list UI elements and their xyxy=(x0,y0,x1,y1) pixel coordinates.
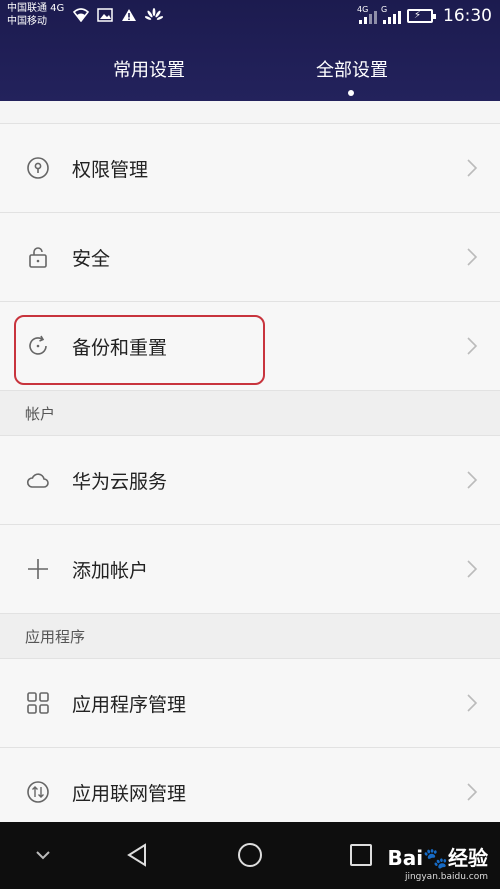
settings-item-label: 应用程序管理 xyxy=(72,694,187,716)
header: 中国联通 4G 中国移动 4G G ⚡ 16:30 常用设置 全部设置 xyxy=(0,0,500,101)
paw-icon: 🐾 xyxy=(423,846,448,870)
settings-item-label: 应用联网管理 xyxy=(72,783,187,805)
section-header-apps: 应用程序 xyxy=(0,614,500,659)
settings-item-app-management[interactable]: 应用程序管理 xyxy=(0,659,500,748)
annotation-highlight-box xyxy=(14,315,265,385)
key-lock-icon xyxy=(27,157,49,179)
carrier-2: 中国移动 xyxy=(7,16,47,27)
chevron-right-icon xyxy=(467,159,478,177)
settings-item-label: 权限管理 xyxy=(72,159,149,181)
watermark-brand: Bai xyxy=(387,846,424,870)
active-tab-indicator xyxy=(348,90,354,96)
settings-item-label: 华为云服务 xyxy=(72,471,168,493)
recents-icon[interactable] xyxy=(346,840,376,870)
tab-all-settings[interactable]: 全部设置 xyxy=(282,56,422,96)
settings-list: 权限管理 安全 备份和重置 帐户 华为云服务 添加帐户 应用程序 应用程序管理 … xyxy=(0,101,500,837)
clock: 16:30 xyxy=(443,6,492,26)
tab-common-settings[interactable]: 常用设置 xyxy=(79,56,219,82)
settings-item-add-account[interactable]: 添加帐户 xyxy=(0,525,500,614)
home-icon[interactable] xyxy=(235,840,265,870)
settings-item-label: 安全 xyxy=(72,248,111,270)
chevron-right-icon xyxy=(467,337,478,355)
settings-item-huawei-cloud[interactable]: 华为云服务 xyxy=(0,436,500,525)
net-type-2: G xyxy=(381,5,388,14)
wifi-icon xyxy=(73,8,89,22)
notification-icons xyxy=(73,8,163,22)
watermark-brand-suffix: 经验 xyxy=(448,846,488,870)
carrier-1: 中国联通 4G xyxy=(7,3,65,14)
chevron-right-icon xyxy=(467,694,478,712)
battery-icon: ⚡ xyxy=(407,9,436,23)
cloud-icon xyxy=(26,473,49,488)
baidu-watermark: Bai🐾经验 jingyan.baidu.com xyxy=(387,842,488,882)
list-top-spacer xyxy=(0,101,500,124)
back-icon[interactable] xyxy=(123,840,153,870)
section-title: 帐户 xyxy=(25,405,56,423)
watermark-url: jingyan.baidu.com xyxy=(404,872,488,882)
carrier-info: 中国联通 4G 中国移动 xyxy=(7,2,64,28)
image-icon xyxy=(97,8,113,22)
signal-icon-1: 4G xyxy=(357,5,377,24)
network-icon xyxy=(27,781,49,803)
signal-icon-2: G xyxy=(381,5,401,24)
tab-all-settings-label: 全部设置 xyxy=(316,60,388,81)
chevron-right-icon xyxy=(467,783,478,801)
settings-tabs: 常用设置 全部设置 xyxy=(0,50,500,100)
navigation-bar: Bai🐾经验 jingyan.baidu.com xyxy=(0,822,500,889)
chevron-right-icon xyxy=(467,471,478,489)
warning-icon xyxy=(122,9,136,21)
section-header-account: 帐户 xyxy=(0,391,500,436)
grid-icon xyxy=(27,692,49,714)
system-icons: 4G G ⚡ 16:30 xyxy=(357,5,492,26)
huawei-icon xyxy=(145,8,163,20)
padlock-icon xyxy=(29,247,47,268)
net-type-1: 4G xyxy=(357,5,369,14)
status-bar: 中国联通 4G 中国移动 4G G ⚡ 16:30 xyxy=(0,0,500,34)
chevron-right-icon xyxy=(467,248,478,266)
plus-icon xyxy=(28,559,48,579)
chevron-right-icon xyxy=(467,560,478,578)
settings-item-permissions[interactable]: 权限管理 xyxy=(0,124,500,213)
section-title: 应用程序 xyxy=(25,628,86,646)
chevron-down-icon[interactable] xyxy=(28,840,58,870)
settings-item-security[interactable]: 安全 xyxy=(0,213,500,302)
settings-item-label: 添加帐户 xyxy=(72,560,149,582)
